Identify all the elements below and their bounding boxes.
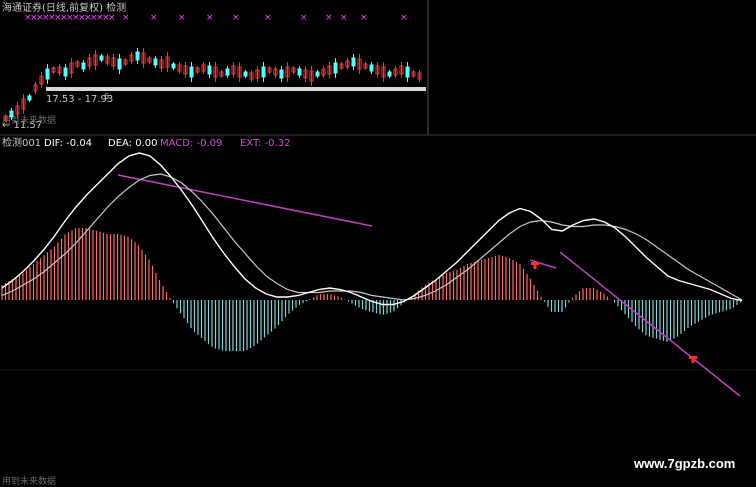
price-panel: 17.53 - 17.93 6 ← 11.57 用到未来数据 ×××××××××…	[2, 0, 429, 135]
cross-marker: ×	[360, 13, 368, 23]
ext-line-3	[559, 251, 741, 397]
buy-marker-1	[531, 262, 539, 269]
cross-marker: ×	[206, 13, 214, 23]
footer-future-data-label: 用到未来数据	[2, 475, 56, 487]
cross-marker: ×	[108, 13, 116, 23]
candle-body	[153, 58, 158, 66]
candle-body	[279, 69, 284, 79]
dea-series-line	[1, 173, 743, 301]
cross-marker: ×	[264, 13, 272, 23]
candle-body	[99, 55, 104, 61]
candle-body	[9, 110, 14, 118]
cross-marker: ×	[340, 13, 348, 23]
cross-marker: ×	[400, 13, 408, 23]
cross-marker: ×	[178, 13, 186, 23]
candle-body	[405, 66, 410, 78]
macd-histogram	[1, 228, 742, 351]
cross-marker: ×	[150, 13, 158, 23]
price-range-suffix: 6	[104, 92, 109, 101]
candle-body	[351, 57, 356, 67]
indicator-ext: EXT: -0.32	[240, 138, 290, 149]
cross-marker: ×	[300, 13, 308, 23]
watermark: www.7gpzb.com	[633, 456, 735, 471]
candle-body	[171, 63, 176, 69]
price-range-band	[46, 87, 426, 91]
candle-body	[243, 71, 248, 77]
candle-body	[135, 51, 140, 61]
indicator-header: 检测001 DIF: -0.04 DEA: 0.00 MACD: -0.09 E…	[2, 136, 290, 149]
candle-body	[117, 58, 122, 70]
stock-chart: 海通证券(日线,前复权) 检测 17.53 - 17.93 6 ← 11.57 …	[0, 0, 756, 487]
indicator-name: 检测001	[2, 136, 41, 149]
cross-marker: ×	[325, 13, 333, 23]
cross-marker: ×	[232, 13, 240, 23]
candle-body	[261, 66, 266, 78]
indicator-macd: MACD: -0.09	[160, 138, 222, 149]
candle-body	[369, 64, 374, 72]
indicator-dif: DIF: -0.04	[44, 138, 92, 149]
buy-marker-2	[689, 356, 697, 363]
candle-body	[297, 68, 302, 76]
signal-cross-markers: ××××××××××××××× × × × × × × × × × × ×	[24, 13, 408, 23]
candle-body	[27, 95, 32, 101]
cross-marker: ×	[122, 13, 130, 23]
candle-body	[333, 62, 338, 74]
candle-body	[45, 68, 50, 80]
candle-body	[387, 71, 392, 77]
indicator-dea: DEA: 0.00	[108, 138, 158, 149]
candle-body	[81, 62, 86, 70]
ext-line-1	[117, 174, 373, 227]
dif-series-line	[1, 152, 743, 306]
candle-body	[189, 66, 194, 78]
candle-body	[207, 65, 212, 75]
candlesticks	[3, 48, 422, 122]
candle-body	[63, 67, 68, 77]
candle-body	[315, 71, 320, 77]
candle-body	[225, 68, 230, 76]
